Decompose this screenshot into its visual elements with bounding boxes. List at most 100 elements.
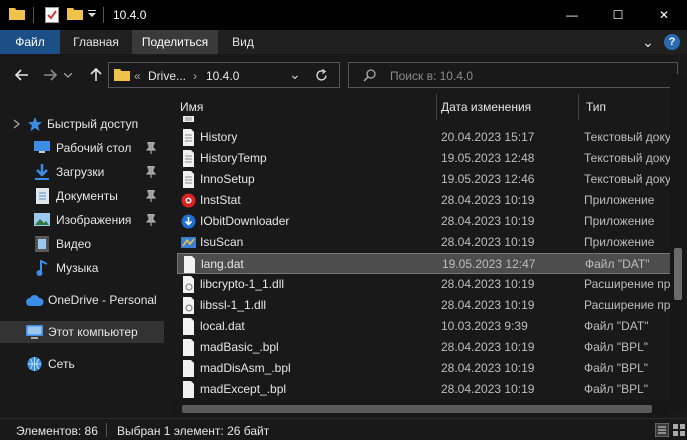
address-dropdown-button[interactable]: ⌄ (289, 66, 301, 83)
recent-locations-button[interactable] (62, 65, 74, 85)
folder-icon (9, 8, 25, 20)
text-file-icon (183, 150, 194, 167)
back-button[interactable] (12, 65, 32, 85)
table-row[interactable]: madBasic_.bpl 28.04.2023 10:19 Файл "BPL… (177, 337, 670, 358)
file-type: Текстовый доку (584, 130, 670, 144)
column-header-name[interactable]: Имя (180, 100, 203, 114)
up-button[interactable] (86, 65, 106, 85)
nav-item-this-pc[interactable]: Этот компьютер (0, 321, 164, 343)
new-folder-icon[interactable] (67, 7, 83, 20)
table-row[interactable]: libcrypto-1_1.dll 28.04.2023 10:19 Расши… (177, 274, 670, 295)
table-row[interactable]: madExcept_.bpl 28.04.2023 10:19 Файл "BP… (177, 379, 670, 400)
file-name: libcrypto-1_1.dll (200, 277, 285, 291)
nav-item-network[interactable]: Сеть (0, 353, 164, 375)
isuscan-app-icon (181, 237, 196, 248)
file-type: Приложение (584, 193, 655, 207)
video-icon (35, 236, 49, 252)
status-bar: Элементов: 86 Выбран 1 элемент: 26 байт (0, 418, 687, 440)
pin-icon[interactable] (146, 166, 156, 178)
minimize-button[interactable]: — (549, 0, 595, 30)
expand-ribbon-button[interactable]: ⌄ (640, 30, 656, 54)
table-row[interactable]: madDisAsm_.bpl 28.04.2023 10:19 Файл "BP… (177, 358, 670, 379)
breadcrumb-drive[interactable]: Drive... (148, 69, 186, 83)
nav-item-desktop[interactable]: Рабочий стол (0, 137, 164, 159)
vertical-scrollbar[interactable] (670, 74, 687, 410)
file-type: Расширение пр (584, 298, 670, 312)
arrow-up-icon (90, 68, 102, 81)
dll-file-icon (183, 276, 194, 293)
refresh-icon[interactable] (315, 69, 328, 82)
horizontal-scrollbar[interactable] (172, 400, 670, 417)
nav-item-video[interactable]: Видео (0, 233, 164, 255)
star-icon (28, 117, 42, 131)
close-button[interactable]: ✕ (641, 0, 687, 30)
breadcrumb-separator[interactable]: › (193, 69, 197, 83)
chevron-down-icon (64, 72, 72, 78)
file-type: Приложение (584, 214, 655, 228)
nav-item-downloads[interactable]: Загрузки (0, 161, 164, 183)
file-name: madBasic_.bpl (200, 340, 279, 354)
breadcrumb-overflow[interactable]: « (134, 69, 141, 83)
table-row[interactable]: InnoSetup 19.05.2023 12:46 Текстовый док… (177, 169, 670, 190)
ribbon-tabs: Файл Главная Поделиться Вид ⌄ ? (0, 30, 687, 54)
tab-file[interactable]: Файл (0, 30, 60, 54)
tab-view[interactable]: Вид (218, 30, 268, 54)
column-header-date[interactable]: Дата изменения (441, 100, 531, 114)
table-row[interactable]: IsuScan 28.04.2023 10:19 Приложение (177, 232, 670, 253)
scrollbar-thumb[interactable] (674, 248, 682, 300)
file-icon (183, 339, 194, 356)
file-name: lang.dat (201, 257, 244, 271)
file-name: local.dat (200, 319, 245, 333)
nav-item-onedrive[interactable]: OneDrive - Personal (0, 289, 164, 311)
nav-item-documents[interactable]: Документы (0, 185, 164, 207)
table-row-selected[interactable]: lang.dat 19.05.2023 12:47 Файл "DAT" (177, 253, 670, 274)
file-icon (183, 381, 194, 398)
table-row[interactable]: IObitDownloader 28.04.2023 10:19 Приложе… (177, 211, 670, 232)
address-row: « Drive... › 10.4.0 ⌄ Поиск в: 10.4.0 (0, 54, 687, 94)
pin-icon[interactable] (146, 190, 156, 202)
selection-info: Выбран 1 элемент: 26 байт (117, 424, 270, 438)
file-type: Текстовый доку (584, 151, 670, 165)
navigation-pane: Быстрый доступ Рабочий стол Загрузки Док… (0, 94, 164, 418)
table-row[interactable]: libssl-1_1.dll 28.04.2023 10:19 Расширен… (177, 295, 670, 316)
desktop-icon (34, 141, 50, 153)
pin-icon[interactable] (146, 214, 156, 226)
pin-icon[interactable] (146, 142, 156, 154)
title-bar: 10.4.0 — ☐ ✕ (0, 0, 687, 30)
details-view-icon[interactable] (655, 423, 669, 437)
file-date: 19.05.2023 12:47 (442, 257, 536, 271)
table-row[interactable]: local.dat 10.03.2023 9:39 Файл "DAT" (177, 316, 670, 337)
scrollbar-thumb[interactable] (182, 405, 652, 413)
help-button[interactable]: ? (664, 34, 680, 50)
file-type: Файл "BPL" (584, 361, 649, 375)
table-row[interactable]: History 20.04.2023 15:17 Текстовый доку (177, 127, 670, 148)
file-list[interactable]: Имя Дата изменения Тип History 20.04.202… (172, 94, 670, 400)
file-date: 28.04.2023 10:19 (441, 340, 535, 354)
search-box[interactable]: Поиск в: 10.4.0 (348, 62, 678, 88)
tab-home[interactable]: Главная (60, 30, 132, 54)
file-icon (183, 318, 194, 335)
forward-button[interactable] (40, 65, 60, 85)
address-bar[interactable]: « Drive... › 10.4.0 ⌄ (108, 62, 340, 88)
file-date: 28.04.2023 10:19 (441, 214, 535, 228)
tab-share[interactable]: Поделиться (132, 30, 218, 54)
table-row[interactable]: InstStat 28.04.2023 10:19 Приложение (177, 190, 670, 211)
customize-toolbar-icon[interactable] (88, 10, 96, 18)
breadcrumb-current[interactable]: 10.4.0 (206, 69, 239, 83)
file-name: IsuScan (200, 235, 244, 249)
file-type: Файл "DAT" (585, 257, 650, 271)
nav-item-pictures[interactable]: Изображения (0, 209, 164, 231)
table-row[interactable]: HistoryTemp 19.05.2023 12:48 Текстовый д… (177, 148, 670, 169)
onedrive-icon (26, 295, 44, 306)
item-count: Элементов: 86 (16, 424, 98, 438)
maximize-button[interactable]: ☐ (595, 0, 641, 30)
nav-item-music[interactable]: Музыка (0, 257, 164, 279)
large-icons-view-icon[interactable] (672, 423, 686, 437)
computer-icon (26, 325, 43, 339)
properties-icon[interactable] (45, 7, 59, 23)
nav-item-quick-access[interactable]: Быстрый доступ (0, 113, 164, 135)
chevron-down-icon (13, 119, 20, 129)
pictures-icon (34, 213, 50, 226)
file-name: madDisAsm_.bpl (200, 361, 291, 375)
column-header-type[interactable]: Тип (586, 100, 606, 114)
